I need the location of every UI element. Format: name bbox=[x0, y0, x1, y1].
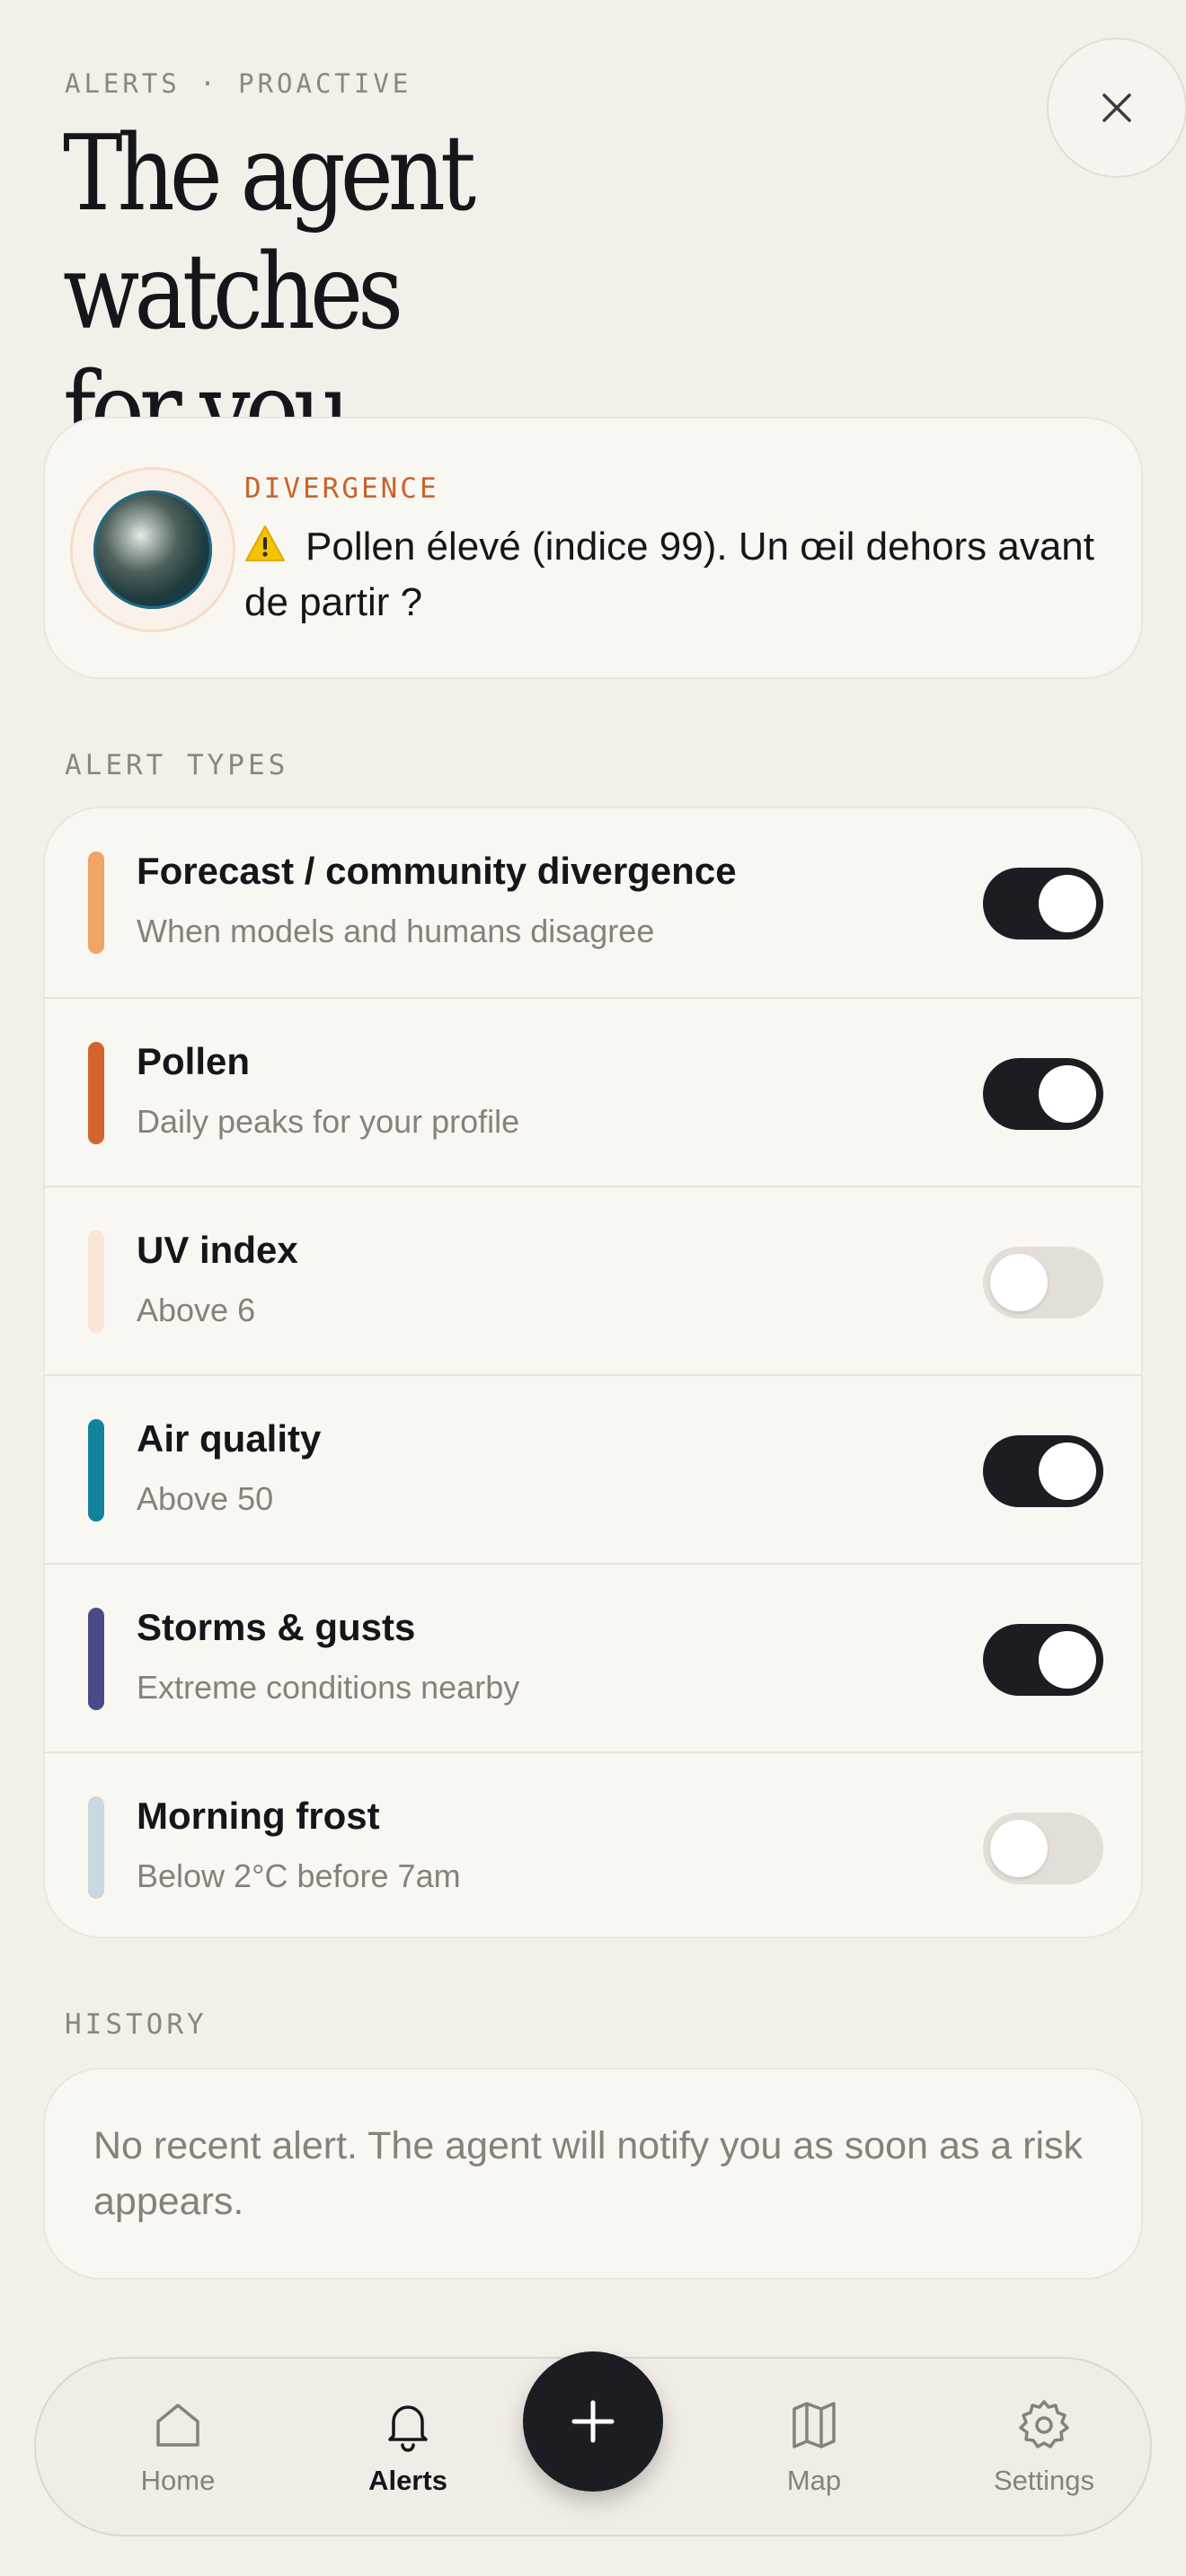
toggle-knob bbox=[1039, 1631, 1096, 1689]
alert-title: Forecast / community divergence bbox=[137, 850, 737, 892]
alert-subtitle: Above 50 bbox=[137, 1480, 274, 1517]
history-label: HISTORY bbox=[65, 2008, 208, 2041]
bell-icon bbox=[388, 2405, 428, 2452]
map-icon bbox=[792, 2402, 836, 2448]
nav-alerts[interactable]: Alerts bbox=[327, 2398, 489, 2497]
nav-home-label: Home bbox=[140, 2465, 216, 2496]
alert-title: Air quality bbox=[137, 1417, 322, 1460]
morning-frost-toggle[interactable] bbox=[983, 1813, 1103, 1884]
color-indicator bbox=[88, 1608, 104, 1710]
alert-types-label: ALERT TYPES bbox=[65, 749, 289, 781]
agent-orb-avatar bbox=[70, 467, 235, 632]
alert-row-storms[interactable]: Storms & gusts Extreme conditions nearby bbox=[45, 1563, 1141, 1751]
alert-types-list: Forecast / community divergence When mod… bbox=[43, 807, 1143, 1938]
nav-settings[interactable]: Settings bbox=[963, 2398, 1125, 2497]
alert-row-morning-frost[interactable]: Morning frost Below 2°C before 7am bbox=[45, 1751, 1141, 1936]
alert-title: Storms & gusts bbox=[137, 1606, 416, 1648]
nav-home[interactable]: Home bbox=[97, 2398, 259, 2497]
divergence-toggle[interactable] bbox=[983, 868, 1103, 940]
uv-index-toggle[interactable] bbox=[983, 1247, 1103, 1319]
color-indicator bbox=[88, 851, 104, 954]
toggle-knob bbox=[990, 1254, 1048, 1311]
toggle-knob bbox=[990, 1820, 1048, 1877]
alert-subtitle: When models and humans disagree bbox=[137, 913, 655, 949]
divergence-label: DIVERGENCE bbox=[244, 472, 439, 505]
color-indicator bbox=[88, 1042, 104, 1144]
alert-subtitle: Extreme conditions nearby bbox=[137, 1669, 520, 1706]
nav-alerts-label: Alerts bbox=[368, 2465, 447, 2496]
agent-orb bbox=[93, 490, 212, 609]
alert-title: UV index bbox=[137, 1229, 298, 1271]
storms-toggle[interactable] bbox=[983, 1624, 1103, 1696]
divergence-message-text: Pollen élevé (indice 99). Un œil dehors … bbox=[244, 525, 1095, 624]
history-empty-text: No recent alert. The agent will notify y… bbox=[93, 2124, 1084, 2223]
alert-row-divergence[interactable]: Forecast / community divergence When mod… bbox=[45, 808, 1141, 997]
eyebrow-label: ALERTS · PROACTIVE bbox=[65, 68, 412, 99]
color-indicator bbox=[88, 1419, 104, 1522]
color-indicator bbox=[88, 1231, 104, 1333]
toggle-knob bbox=[1039, 1065, 1096, 1123]
pollen-toggle[interactable] bbox=[983, 1058, 1103, 1130]
page-title-line1: The agent watches bbox=[63, 113, 476, 353]
alert-subtitle: Above 6 bbox=[137, 1292, 256, 1328]
gear-icon bbox=[1019, 2400, 1069, 2448]
alert-title: Morning frost bbox=[137, 1795, 380, 1837]
history-card: No recent alert. The agent will notify y… bbox=[43, 2068, 1143, 2280]
close-icon bbox=[1102, 93, 1131, 122]
toggle-knob bbox=[1039, 875, 1096, 932]
color-indicator bbox=[88, 1796, 104, 1899]
alert-row-air-quality[interactable]: Air quality Above 50 bbox=[45, 1374, 1141, 1563]
plus-icon bbox=[571, 2400, 615, 2443]
alert-subtitle: Below 2°C before 7am bbox=[137, 1857, 461, 1894]
nav-map[interactable]: Map bbox=[733, 2398, 895, 2497]
add-button[interactable] bbox=[523, 2351, 663, 2492]
warning-icon bbox=[245, 525, 285, 561]
air-quality-toggle[interactable] bbox=[983, 1435, 1103, 1507]
alert-row-pollen[interactable]: Pollen Daily peaks for your profile bbox=[45, 997, 1141, 1186]
close-button[interactable] bbox=[1047, 38, 1186, 178]
alert-row-uv-index[interactable]: UV index Above 6 bbox=[45, 1186, 1141, 1374]
home-icon bbox=[156, 2404, 199, 2447]
nav-settings-label: Settings bbox=[993, 2465, 1094, 2496]
alert-title: Pollen bbox=[137, 1040, 251, 1082]
divergence-card[interactable]: DIVERGENCE Pollen élevé (indice 99). Un … bbox=[43, 417, 1143, 679]
toggle-knob bbox=[1039, 1442, 1096, 1500]
alert-subtitle: Daily peaks for your profile bbox=[137, 1103, 520, 1140]
divergence-message: Pollen élevé (indice 99). Un œil dehors … bbox=[244, 519, 1107, 631]
nav-map-label: Map bbox=[786, 2465, 842, 2496]
